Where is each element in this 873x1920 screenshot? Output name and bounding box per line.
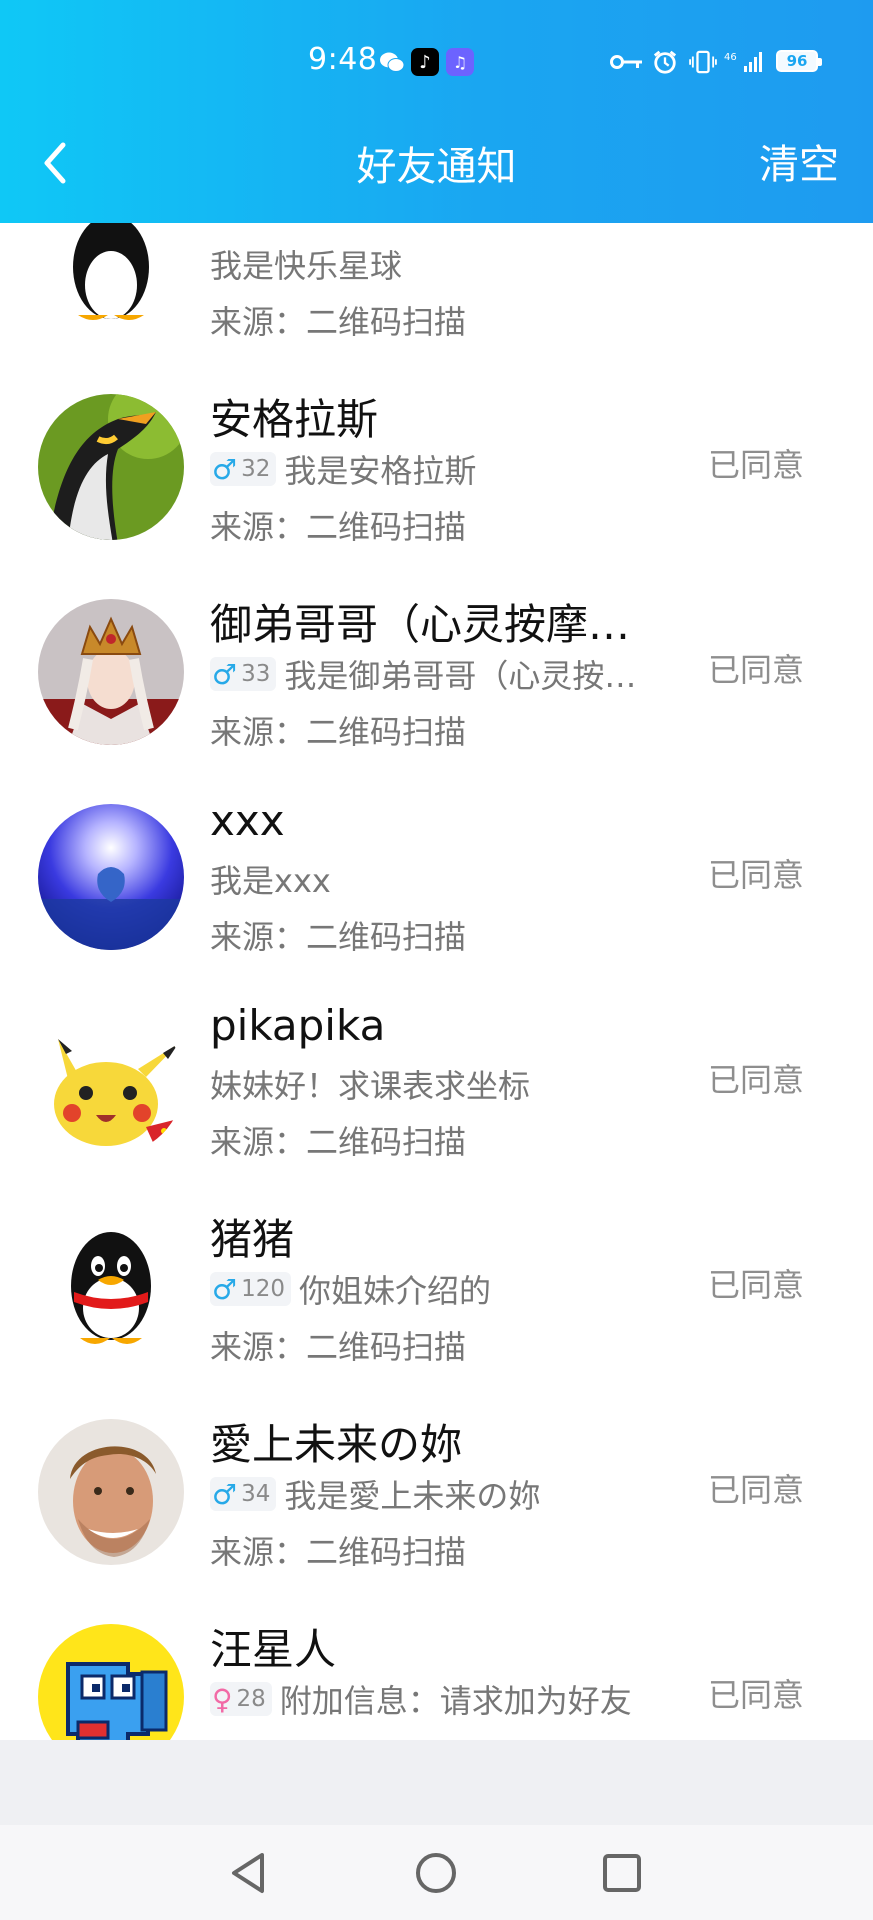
triangle-back-icon: [232, 1853, 264, 1893]
music-notification-icon: ♫: [446, 48, 474, 76]
gender-age-badge: ♀ 28: [210, 1682, 272, 1716]
man-portrait-icon: [38, 1419, 184, 1565]
female-symbol-icon: ♀: [212, 1682, 233, 1716]
header-bar: 9:48 ♪ ♫ 46 96 好友通知 清空: [0, 0, 873, 223]
age-label: 120: [241, 1276, 286, 1302]
request-message-line: ♂ 34 我是愛上未来の妳: [210, 1474, 540, 1514]
request-message-line: ♂ 120 你姐妹介绍的: [210, 1269, 491, 1309]
request-source: 来源：二维码扫描: [210, 508, 467, 546]
request-source: 来源：二维码扫描: [210, 303, 467, 341]
age-label: 32: [241, 456, 271, 482]
request-message: 我是安格拉斯: [284, 452, 477, 489]
signal-label: 46: [724, 52, 737, 63]
request-source: 来源：二维码扫描: [210, 918, 467, 956]
wechat-notification-icon: [378, 48, 406, 76]
nav-home-button[interactable]: [406, 1843, 466, 1903]
request-message-line: 我是快乐星球: [210, 244, 402, 284]
system-navigation-bar: [0, 1825, 873, 1920]
requester-name: pikapika: [210, 1001, 386, 1050]
circle-home-icon: [416, 1853, 456, 1893]
gender-age-badge: ♂ 33: [210, 657, 277, 691]
friend-request-item[interactable]: 御弟哥哥（心灵按摩… ♂ 33 我是御弟哥哥（心灵按… 来源：二维码扫描 已同意: [0, 561, 873, 766]
age-label: 33: [241, 661, 271, 687]
vibrate-icon: [688, 48, 718, 76]
request-message: 我是御弟哥哥（心灵按…: [284, 657, 637, 694]
request-source: 来源：好友查找: [210, 1732, 434, 1740]
alarm-icon: [650, 48, 680, 76]
request-source: 来源：二维码扫描: [210, 713, 467, 751]
requester-name: xxx: [210, 796, 285, 845]
friend-request-item[interactable]: pikapika 妹妹好！求课表求坐标 来源：二维码扫描 已同意: [0, 971, 873, 1176]
friend-request-item[interactable]: 猪猪 ♂ 120 你姐妹介绍的 来源：二维码扫描 已同意: [0, 1176, 873, 1381]
request-message: 妹妹好！求课表求坐标: [210, 1067, 531, 1104]
request-message: 附加信息：请求加为好友: [279, 1682, 632, 1719]
friend-request-item[interactable]: 我是快乐星球 来源：二维码扫描: [0, 223, 873, 356]
age-label: 34: [241, 1481, 271, 1507]
pikachu-icon: [38, 1009, 184, 1155]
friend-request-item[interactable]: 安格拉斯 ♂ 32 我是安格拉斯 来源：二维码扫描 已同意: [0, 356, 873, 561]
request-status: 已同意: [708, 1061, 805, 1099]
requester-name: 汪星人: [210, 1625, 337, 1674]
friend-notification-screen: 9:48 ♪ ♫ 46 96 好友通知 清空 我是快乐星球 来源：二维码扫描 安…: [0, 0, 873, 1920]
male-symbol-icon: ♂: [212, 1477, 238, 1511]
friend-request-list: 我是快乐星球 来源：二维码扫描 安格拉斯 ♂ 32 我是安格拉斯 来源：二维码扫描…: [0, 223, 873, 1740]
nav-back-button[interactable]: [220, 1843, 280, 1903]
request-source: 来源：二维码扫描: [210, 1533, 467, 1571]
tiktok-notification-icon: ♪: [411, 48, 439, 76]
male-symbol-icon: ♂: [212, 657, 238, 691]
battery-indicator: 96: [776, 50, 822, 72]
request-message-line: ♂ 32 我是安格拉斯: [210, 449, 476, 489]
request-status: 已同意: [708, 651, 805, 689]
qq-penguin-icon: [38, 1214, 184, 1360]
request-message: 我是愛上未来の妳: [284, 1477, 541, 1514]
blue-orb-icon: [38, 804, 184, 950]
request-source: 来源：二维码扫描: [210, 1328, 467, 1366]
request-message-line: ♂ 33 我是御弟哥哥（心灵按…: [210, 654, 636, 694]
request-source: 来源：二维码扫描: [210, 1123, 467, 1161]
request-status: 已同意: [708, 446, 805, 484]
cellular-signal-icon: 46: [724, 48, 764, 76]
request-message-line: 妹妹好！求课表求坐标: [210, 1064, 530, 1104]
clear-button[interactable]: 清空: [759, 132, 839, 190]
page-title: 好友通知: [356, 144, 517, 190]
male-symbol-icon: ♂: [212, 452, 238, 486]
status-time: 9:48: [308, 42, 378, 77]
gender-age-badge: ♂ 120: [210, 1272, 292, 1306]
qq-penguin-icon: [38, 223, 184, 335]
status-bar: 9:48 ♪ ♫ 46 96: [0, 0, 873, 120]
request-message-line: ♀ 28 附加信息：请求加为好友: [210, 1679, 632, 1719]
battery-level: 96: [786, 52, 808, 70]
list-footer: [0, 1740, 873, 1825]
request-status: 已同意: [708, 1471, 805, 1509]
request-status: 已同意: [708, 856, 805, 894]
pixel-dog-icon: [38, 1624, 184, 1740]
age-label: 28: [236, 1686, 266, 1712]
square-recents-icon: [603, 1854, 641, 1892]
gender-age-badge: ♂ 34: [210, 1477, 277, 1511]
emperor-penguin-icon: [38, 394, 184, 540]
gender-age-badge: ♂ 32: [210, 452, 277, 486]
vpn-key-icon: [610, 48, 644, 76]
friend-request-item[interactable]: 汪星人 ♀28 附加信息：请求加为好友 来源：好友查找 已同意: [0, 1586, 873, 1740]
friend-request-item[interactable]: 愛上未来の妳 ♂ 34 我是愛上未来の妳 来源：二维码扫描 已同意: [0, 1381, 873, 1586]
request-message: 我是快乐星球: [210, 247, 403, 284]
requester-name: 安格拉斯: [210, 395, 379, 444]
nav-recents-button[interactable]: [592, 1843, 652, 1903]
request-message: 我是xxx: [210, 862, 331, 899]
requester-name: 猪猪: [210, 1215, 295, 1264]
crowned-figure-icon: [38, 599, 184, 745]
request-message-line: 我是xxx: [210, 859, 331, 899]
request-status: 已同意: [708, 1266, 805, 1304]
requester-name: 愛上未来の妳: [210, 1420, 463, 1469]
friend-request-item[interactable]: xxx 我是xxx 来源：二维码扫描 已同意: [0, 766, 873, 971]
requester-name: 御弟哥哥（心灵按摩…: [210, 600, 631, 649]
request-status: 已同意: [708, 1676, 805, 1714]
male-symbol-icon: ♂: [212, 1272, 238, 1306]
request-message: 你姐妹介绍的: [299, 1272, 492, 1309]
